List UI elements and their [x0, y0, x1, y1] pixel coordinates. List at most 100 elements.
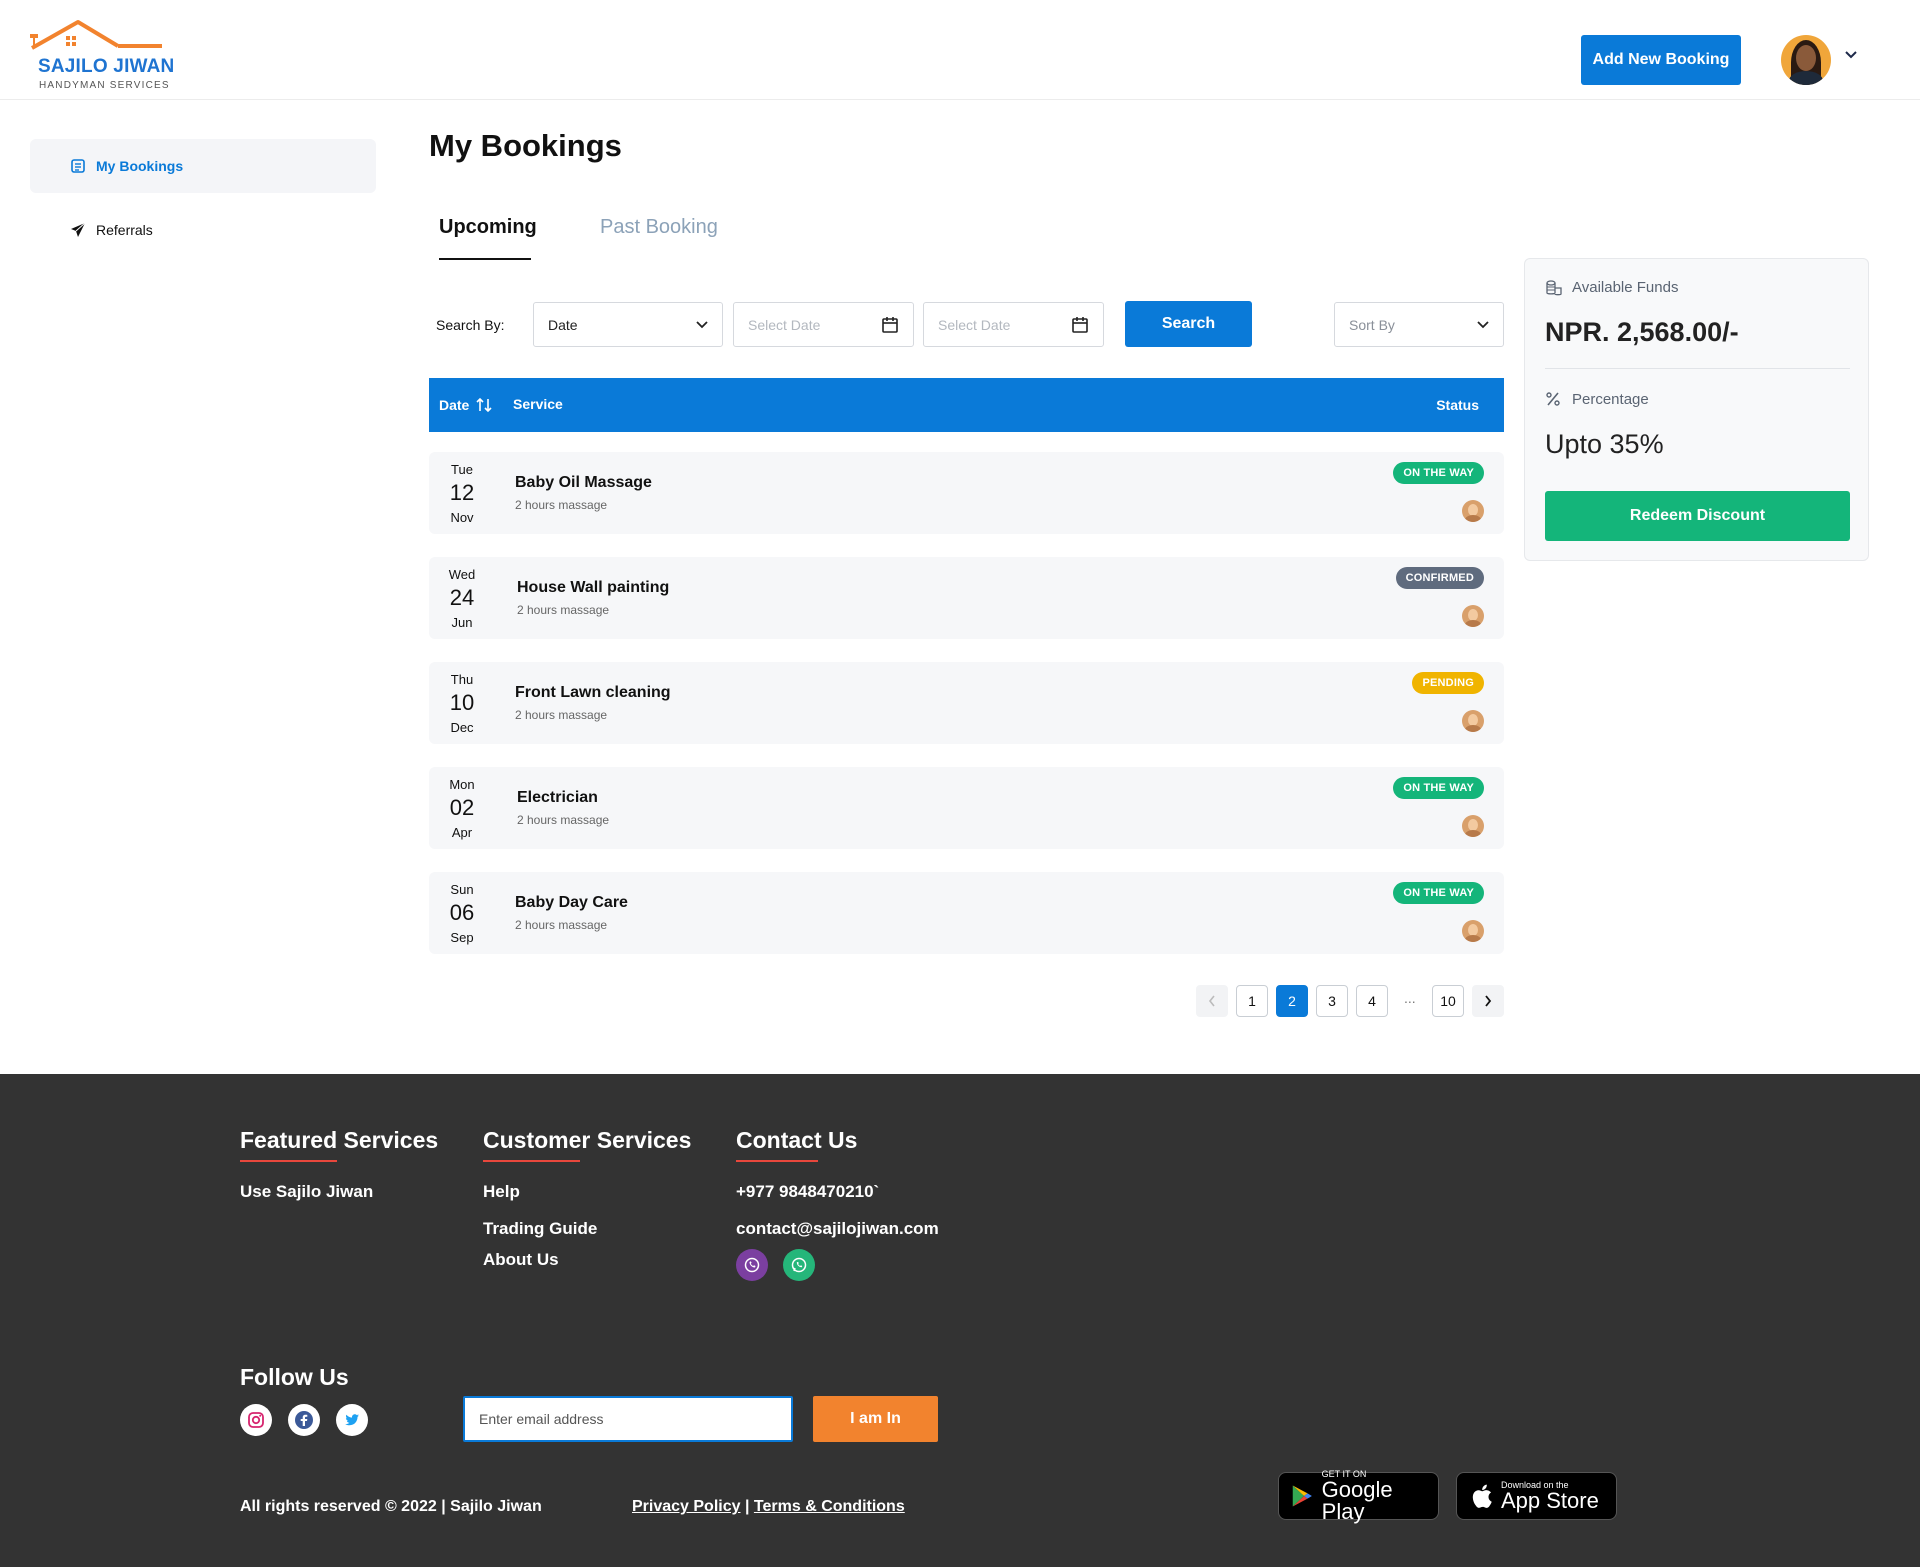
viber-icon[interactable]	[736, 1249, 768, 1281]
google-play-icon	[1292, 1485, 1312, 1507]
booking-weekday: Mon	[449, 777, 475, 792]
footer-link-use-sajilo-jiwan[interactable]: Use Sajilo Jiwan	[240, 1182, 373, 1202]
pagination-page[interactable]: 4	[1356, 985, 1388, 1017]
tab-past-booking[interactable]: Past Booking	[600, 216, 718, 239]
heading-underline	[240, 1160, 337, 1162]
brand-logo[interactable]: SAJILO JIWAN HANDYMAN SERVICES	[28, 18, 174, 94]
service-detail: 2 hours massage	[515, 918, 608, 932]
search-by-select[interactable]: Date	[533, 302, 723, 347]
date-to-field[interactable]: Select Date	[923, 302, 1104, 347]
featured-services-heading: Featured Services	[240, 1127, 439, 1153]
pagination-page-last[interactable]: 10	[1432, 985, 1464, 1017]
date-from-placeholder: Select Date	[748, 316, 821, 333]
booking-date: 02	[449, 795, 475, 820]
add-new-booking-button[interactable]: Add New Booking	[1581, 35, 1741, 85]
brand-name: SAJILO JIWAN	[38, 56, 175, 77]
booking-month: Sep	[450, 930, 474, 945]
instagram-icon[interactable]	[240, 1404, 272, 1436]
booking-month: Dec	[450, 720, 474, 735]
service-detail: 2 hours massage	[517, 603, 610, 617]
customer-services-heading: Customer Services	[483, 1127, 692, 1153]
percentage-label: Percentage	[1572, 391, 1649, 408]
pagination-ellipsis: ...	[1404, 990, 1416, 1006]
footer-link-help[interactable]: Help	[483, 1182, 520, 1202]
bookings-icon	[70, 158, 86, 174]
newsletter-subscribe-button[interactable]: I am In	[813, 1396, 938, 1442]
redeem-discount-button[interactable]: Redeem Discount	[1545, 491, 1850, 541]
sort-by-placeholder: Sort By	[1349, 316, 1395, 333]
footer-link-trading-guide[interactable]: Trading Guide	[483, 1219, 597, 1239]
heading-underline	[736, 1160, 818, 1162]
table-row[interactable]: Wed 24 Jun House Wall painting 2 hours m…	[429, 557, 1504, 639]
twitter-icon[interactable]	[336, 1404, 368, 1436]
coins-icon	[1546, 280, 1562, 296]
status-badge: ON THE WAY	[1393, 882, 1484, 904]
date-column-header[interactable]: Date	[439, 397, 493, 413]
booking-weekday: Sun	[450, 882, 474, 897]
calendar-icon	[882, 316, 898, 333]
contact-phone[interactable]: +977 9848470210`	[736, 1182, 879, 1202]
heading-underline	[483, 1160, 580, 1162]
google-play-big-text: Google Play	[1321, 1477, 1393, 1524]
calendar-icon	[1072, 316, 1088, 333]
date-to-placeholder: Select Date	[938, 316, 1011, 333]
table-row[interactable]: Sun 06 Sep Baby Day Care 2 hours massage…	[429, 872, 1504, 954]
sort-by-select[interactable]: Sort By	[1334, 302, 1504, 347]
service-detail: 2 hours massage	[515, 708, 608, 722]
contact-email[interactable]: contact@sajilojiwan.com	[736, 1219, 939, 1239]
table-row[interactable]: Tue 12 Nov Baby Oil Massage 2 hours mass…	[429, 452, 1504, 534]
google-play-badge[interactable]: GET IT ON Google Play	[1278, 1469, 1439, 1524]
pagination-page[interactable]: 3	[1316, 985, 1348, 1017]
page-title: My Bookings	[429, 128, 622, 163]
facebook-icon[interactable]	[288, 1404, 320, 1436]
status-column-header: Status	[1436, 397, 1479, 413]
chevron-down-icon	[696, 320, 708, 328]
search-by-value: Date	[548, 316, 578, 333]
chevron-down-icon[interactable]	[1844, 50, 1858, 60]
search-button[interactable]: Search	[1125, 301, 1252, 347]
user-avatar[interactable]	[1781, 35, 1831, 85]
provider-avatar	[1462, 500, 1484, 522]
active-tab-indicator	[439, 258, 531, 260]
table-row[interactable]: Thu 10 Dec Front Lawn cleaning 2 hours m…	[429, 662, 1504, 744]
footer-link-about-us[interactable]: About Us	[483, 1250, 559, 1270]
status-badge: CONFIRMED	[1395, 567, 1484, 589]
sidebar-item-my-bookings[interactable]: My Bookings	[30, 139, 376, 193]
chevron-left-icon	[1208, 995, 1215, 1007]
app-store-badge[interactable]: Download on the App Store	[1456, 1472, 1617, 1520]
tab-upcoming[interactable]: Upcoming	[439, 216, 537, 239]
booking-date: 06	[449, 900, 475, 925]
service-column-header: Service	[513, 396, 563, 412]
terms-conditions-link[interactable]: Terms & Conditions	[754, 1498, 905, 1515]
privacy-policy-link[interactable]: Privacy Policy	[632, 1498, 741, 1515]
paper-plane-icon	[70, 222, 86, 238]
pagination-page-current[interactable]: 2	[1276, 985, 1308, 1017]
app-store-big-text: App Store	[1501, 1488, 1599, 1513]
chevron-down-icon	[1477, 320, 1489, 328]
available-funds-amount: NPR. 2,568.00/-	[1545, 317, 1739, 347]
sidebar-item-label: Referrals	[96, 222, 153, 238]
percentage-value: Upto 35%	[1545, 429, 1664, 459]
booking-weekday: Tue	[451, 462, 473, 477]
booking-weekday: Wed	[448, 567, 476, 582]
pagination-page[interactable]: 1	[1236, 985, 1268, 1017]
date-from-field[interactable]: Select Date	[733, 302, 914, 347]
service-detail: 2 hours massage	[515, 498, 608, 512]
provider-avatar	[1462, 710, 1484, 732]
service-name: Front Lawn cleaning	[515, 684, 671, 701]
pagination-prev-button[interactable]	[1196, 985, 1228, 1017]
service-name: Baby Oil Massage	[515, 474, 652, 491]
booking-date: 10	[449, 690, 475, 715]
contact-us-heading: Contact Us	[736, 1127, 858, 1153]
table-row[interactable]: Mon 02 Apr Electrician 2 hours massage O…	[429, 767, 1504, 849]
service-name: Electrician	[517, 789, 598, 806]
booking-date: 12	[449, 480, 475, 505]
copyright-text: All rights reserved © 2022 | Sajilo Jiwa…	[240, 1498, 542, 1515]
pagination-next-button[interactable]	[1472, 985, 1504, 1017]
newsletter-email-input[interactable]	[463, 1396, 793, 1442]
whatsapp-icon[interactable]	[783, 1249, 815, 1281]
booking-month: Nov	[450, 510, 474, 525]
divider	[1545, 368, 1850, 369]
sidebar-item-referrals[interactable]: Referrals	[30, 203, 376, 257]
sort-arrows-icon	[476, 397, 492, 413]
